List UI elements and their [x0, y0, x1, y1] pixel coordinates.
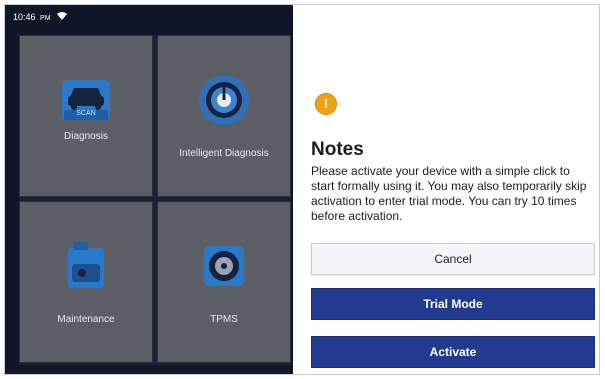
- activate-button[interactable]: Activate: [311, 336, 595, 368]
- status-indicator: PM: [40, 15, 51, 22]
- wifi-icon: [57, 12, 68, 22]
- tile-tpms[interactable]: TPMS: [157, 201, 291, 363]
- warning-icon: !: [315, 93, 337, 115]
- tile-maintenance[interactable]: Maintenance: [19, 201, 153, 363]
- function-grid: SCAN Diagnosis Intelligent Diagnosis Mai…: [19, 35, 291, 365]
- car-scan-icon: [58, 72, 114, 128]
- tile-label: Intelligent Diagnosis: [179, 148, 269, 159]
- tile-label: TPMS: [210, 314, 238, 325]
- oil-can-icon: [58, 238, 114, 294]
- tile-diagnosis[interactable]: SCAN Diagnosis: [19, 35, 153, 197]
- notes-dialog: ! Notes Please activate your device with…: [293, 5, 599, 374]
- trial-mode-button[interactable]: Trial Mode: [311, 288, 595, 320]
- gauge-icon: [196, 72, 252, 128]
- tile-label: Diagnosis: [64, 131, 108, 142]
- device-screen: 10:46 PM SCAN Diagnosis Intelligent Diag…: [4, 4, 600, 375]
- dialog-title: Notes: [311, 139, 364, 160]
- scan-badge: SCAN: [76, 110, 96, 117]
- tile-intelligent-diagnosis[interactable]: Intelligent Diagnosis: [157, 35, 291, 197]
- tile-label: Maintenance: [57, 314, 115, 325]
- tire-icon: [196, 238, 252, 294]
- status-bar: 10:46 PM: [5, 5, 293, 29]
- status-time: 10:46: [13, 12, 36, 22]
- dialog-message: Please activate your device with a simpl…: [311, 164, 587, 223]
- cancel-button[interactable]: Cancel: [311, 243, 595, 275]
